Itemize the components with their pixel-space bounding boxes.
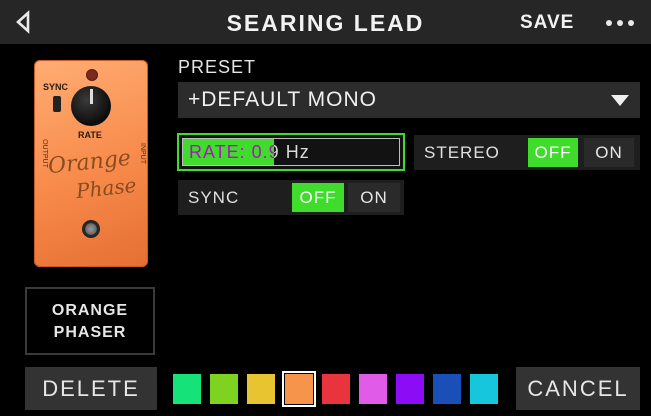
delete-button[interactable]: DELETE bbox=[25, 367, 157, 410]
stereo-off-button[interactable]: OFF bbox=[528, 138, 578, 167]
cancel-button[interactable]: CANCEL bbox=[516, 367, 640, 410]
color-swatch-blue[interactable] bbox=[433, 374, 461, 404]
dropdown-caret-icon bbox=[611, 95, 629, 106]
model-name-box: ORANGE PHASER bbox=[25, 287, 155, 355]
color-swatch-pink[interactable] bbox=[359, 374, 387, 404]
pedal-footswitch bbox=[82, 220, 100, 238]
model-name-line2: PHASER bbox=[53, 324, 127, 341]
more-options-icon[interactable] bbox=[604, 12, 636, 32]
stereo-parameter: STEREO OFF ON bbox=[414, 135, 640, 170]
pedal-led bbox=[87, 70, 97, 80]
sync-on-button[interactable]: ON bbox=[348, 183, 400, 212]
stereo-on-button[interactable]: ON bbox=[584, 138, 634, 167]
pedal-sync-switch bbox=[53, 96, 61, 112]
pedal-sync-label: SYNC bbox=[43, 82, 69, 92]
color-swatch-yellow[interactable] bbox=[247, 374, 275, 404]
pedal-image: SYNC RATE OUTPUT INPUT Orange Phase bbox=[34, 60, 148, 267]
color-swatch-cyan[interactable] bbox=[470, 374, 498, 404]
preset-dropdown[interactable]: +DEFAULT MONO bbox=[178, 82, 640, 118]
color-swatch-red[interactable] bbox=[322, 374, 350, 404]
pedal-logo-line2: Phase bbox=[74, 172, 138, 204]
color-swatch-green[interactable] bbox=[173, 374, 201, 404]
pedal-input-label: INPUT bbox=[139, 143, 146, 164]
preset-value: +DEFAULT MONO bbox=[188, 88, 378, 111]
rate-slider[interactable]: RATE: 0.9 Hz bbox=[182, 138, 400, 166]
color-swatch-purple[interactable] bbox=[396, 374, 424, 404]
save-button[interactable]: SAVE bbox=[520, 12, 574, 34]
color-swatch-lime[interactable] bbox=[210, 374, 238, 404]
model-name-line1: ORANGE bbox=[51, 302, 129, 319]
rate-parameter: RATE: 0.9 Hz bbox=[177, 133, 405, 171]
preset-label: PRESET bbox=[178, 57, 257, 77]
sync-parameter: SYNC OFF ON bbox=[178, 180, 404, 215]
pedal-rate-knob bbox=[71, 86, 111, 126]
color-swatch-orange[interactable] bbox=[282, 371, 316, 407]
pedal-rate-label: RATE bbox=[78, 130, 102, 140]
rate-value-text: RATE: 0.9 Hz bbox=[189, 142, 310, 162]
stereo-label: STEREO bbox=[424, 143, 500, 162]
sync-label: SYNC bbox=[188, 188, 240, 207]
sync-off-button[interactable]: OFF bbox=[292, 183, 344, 212]
top-bar: SEARING LEAD SAVE bbox=[0, 0, 651, 44]
